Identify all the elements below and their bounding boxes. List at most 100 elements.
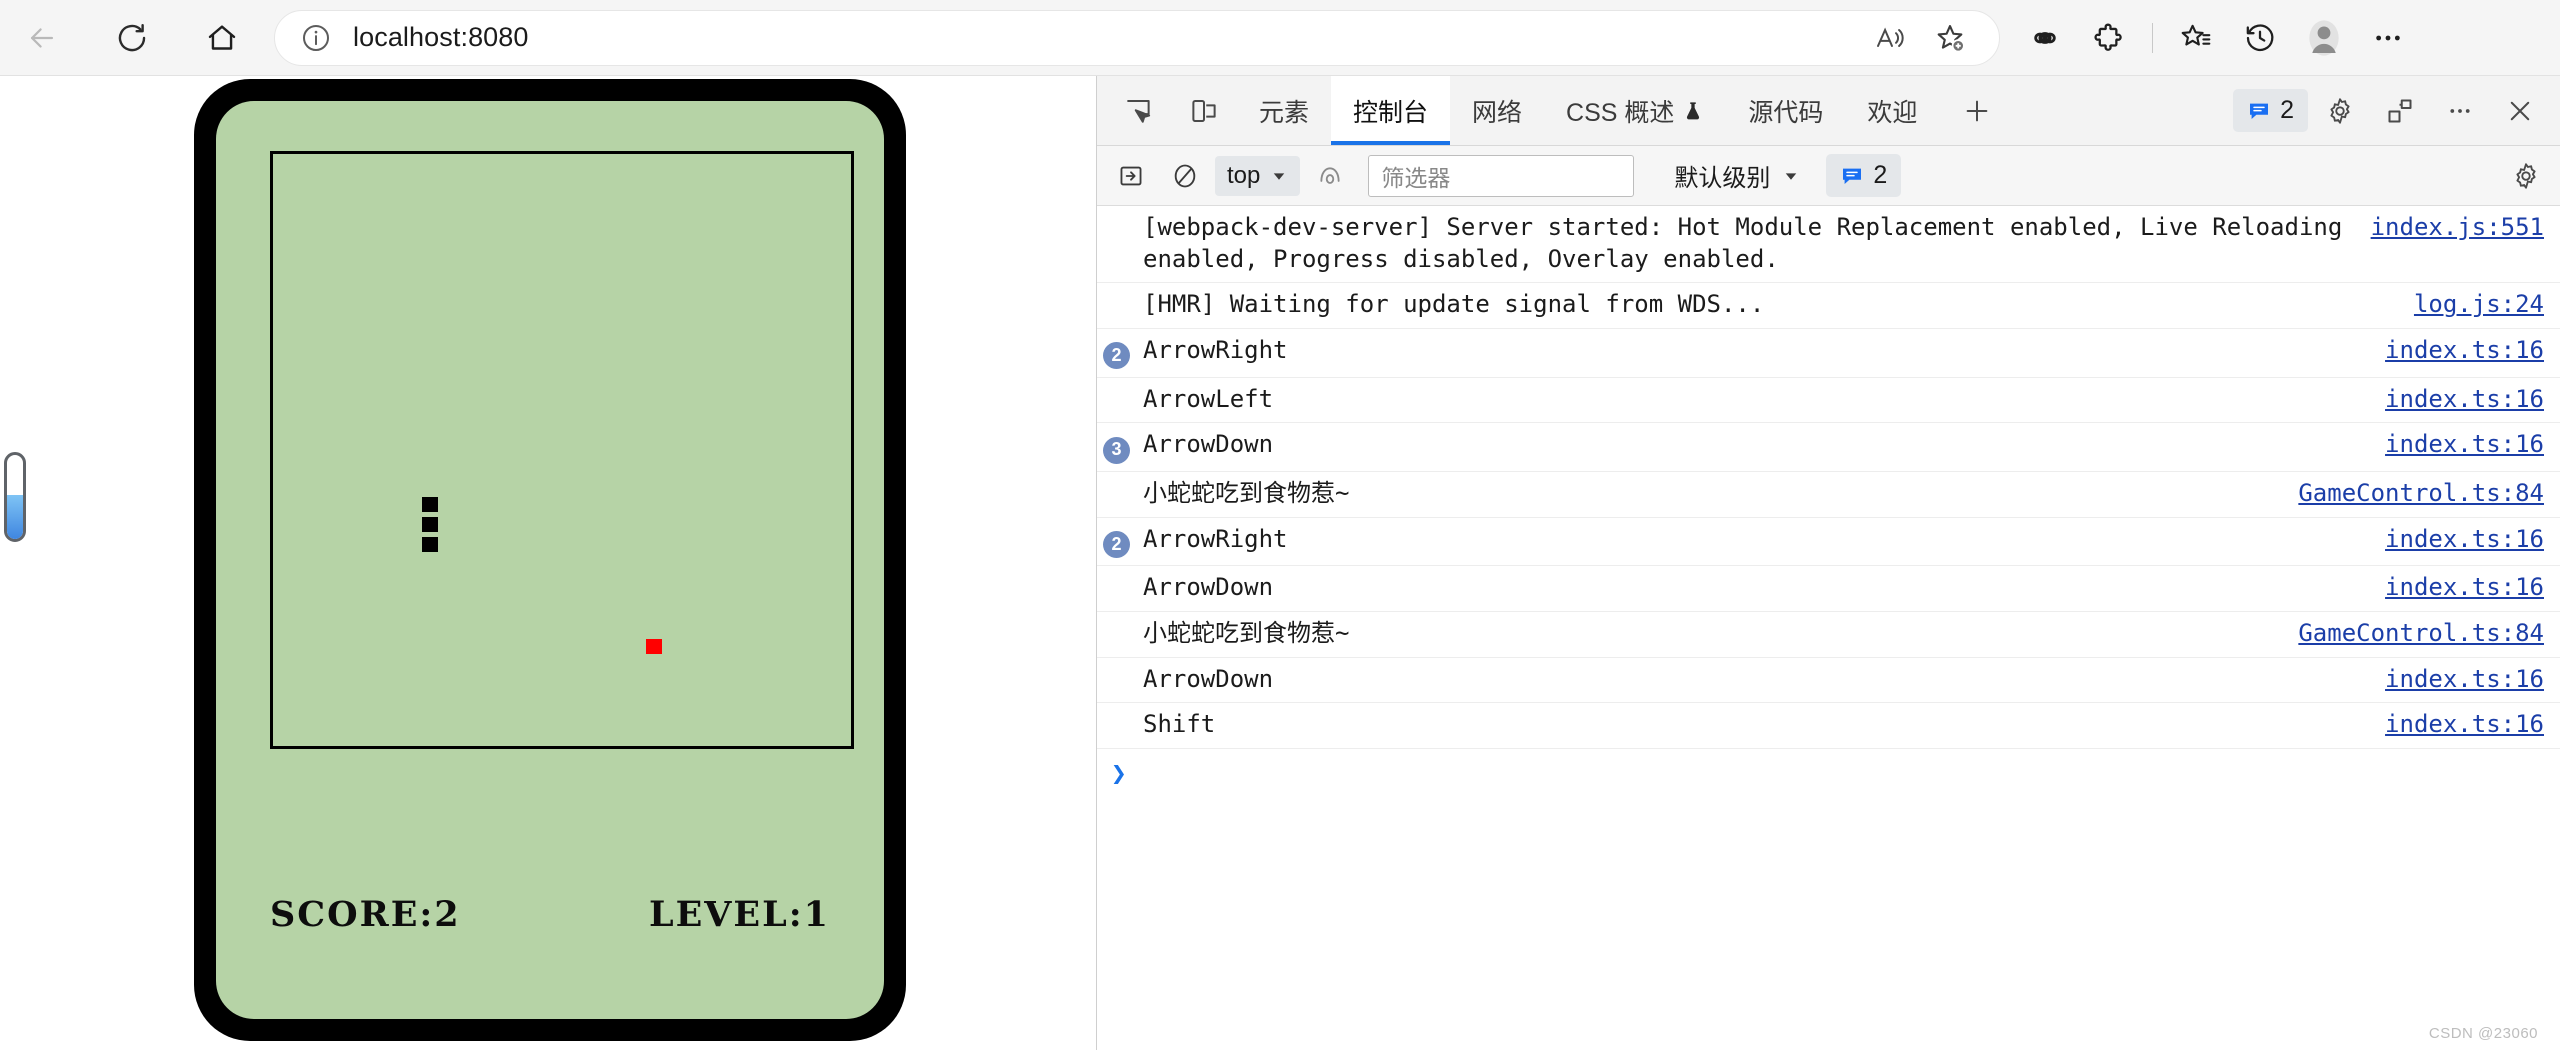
log-source-link[interactable]: index.ts:16 (2361, 524, 2544, 556)
tab-welcome-label: 欢迎 (1867, 98, 1918, 127)
console-log-row[interactable]: 2 ArrowRight index.ts:16 (1097, 518, 2560, 567)
log-source-link[interactable]: index.ts:16 (2361, 664, 2544, 696)
snake-segment (422, 497, 438, 512)
browser-toolbar: localhost:8080 (0, 0, 2560, 76)
devtools-panel: 元素 控制台 网络 CSS 概述 源代码 欢迎 2 top 筛选器 默认级别 2… (1096, 76, 2560, 1050)
clear-console-button[interactable] (1161, 152, 1209, 200)
log-source-link[interactable]: index.ts:16 (2361, 709, 2544, 741)
console-issues-badge[interactable]: 2 (1826, 154, 1902, 197)
console-log-row[interactable]: [webpack-dev-server] Server started: Hot… (1097, 206, 2560, 284)
message-count-badge[interactable]: 2 (2233, 89, 2308, 132)
console-log-list[interactable]: [webpack-dev-server] Server started: Hot… (1097, 206, 2560, 1050)
devtools-tabbar-actions: 2 (2233, 76, 2560, 145)
console-log-row[interactable]: ArrowDown index.ts:16 (1097, 658, 2560, 704)
toolbar-divider (2152, 22, 2153, 53)
log-message-text: ArrowLeft (1143, 384, 1274, 413)
snake-segment (422, 537, 438, 552)
devtools-close-button[interactable] (2492, 83, 2548, 139)
devtools-more-button[interactable] (2432, 83, 2488, 139)
console-log-row[interactable]: ArrowDown index.ts:16 (1097, 566, 2560, 613)
log-source-link[interactable]: GameControl.ts:84 (2274, 478, 2544, 510)
inspect-element-button[interactable] (1105, 76, 1171, 145)
back-arrow-icon (30, 27, 54, 48)
console-toolbar: top 筛选器 默认级别 2 (1097, 146, 2560, 206)
collections-button[interactable] (2165, 10, 2227, 66)
live-expression-button[interactable] (1306, 152, 1354, 200)
page-scrollbar[interactable] (4, 452, 26, 542)
log-message-text: 小蛇蛇吃到食物惹~ (1143, 479, 1350, 508)
customize-devtools-button[interactable] (2372, 83, 2428, 139)
chevron-down-icon (1786, 172, 1797, 180)
customize-devtools-icon (2388, 99, 2412, 122)
console-log-row[interactable]: Shift index.ts:16 (1097, 703, 2560, 750)
clear-console-icon (1174, 164, 1196, 187)
tab-css-overview[interactable]: CSS 概述 (1544, 76, 1726, 145)
history-button[interactable] (2229, 10, 2291, 66)
profile-button[interactable] (2293, 10, 2355, 66)
log-source-link[interactable]: index.ts:16 (2361, 335, 2544, 367)
console-sidebar-icon (1120, 166, 1142, 185)
log-message-text: [webpack-dev-server] Server started: Hot… (1143, 213, 2343, 273)
console-level-selector[interactable]: 默认级别 (1674, 158, 1800, 193)
device-toolbar-button[interactable] (1171, 76, 1237, 145)
tab-console[interactable]: 控制台 (1331, 76, 1451, 145)
tab-welcome[interactable]: 欢迎 (1845, 76, 1939, 145)
console-filter-placeholder: 筛选器 (1381, 164, 1451, 191)
console-context-selector[interactable]: top (1215, 155, 1301, 196)
log-message-text: ArrowDown (1143, 430, 1274, 459)
browser-more-button[interactable] (2357, 10, 2419, 66)
log-source-link[interactable]: GameControl.ts:84 (2274, 618, 2544, 650)
live-expression-icon (1320, 166, 1340, 184)
devtools-tabbar: 元素 控制台 网络 CSS 概述 源代码 欢迎 2 (1097, 76, 2560, 146)
infinity-button[interactable] (2014, 10, 2076, 66)
log-source-link[interactable]: index.js:551 (2347, 212, 2544, 244)
home-button[interactable] (194, 10, 250, 66)
site-info-icon[interactable] (297, 19, 335, 57)
console-filter-input[interactable]: 筛选器 (1368, 154, 1635, 197)
read-aloud-button[interactable] (1863, 11, 1917, 65)
console-log-row[interactable]: 3 ArrowDown index.ts:16 (1097, 423, 2560, 473)
extensions-button[interactable] (2078, 10, 2140, 66)
extensions-icon (2094, 23, 2122, 51)
tab-css-overview-label: CSS 概述 (1566, 98, 1675, 127)
console-prompt-row[interactable]: ❯ (1097, 749, 2560, 799)
tab-elements[interactable]: 元素 (1237, 76, 1331, 145)
log-source-link[interactable]: index.ts:16 (2361, 429, 2544, 461)
console-log-row[interactable]: 小蛇蛇吃到食物惹~ GameControl.ts:84 (1097, 472, 2560, 518)
add-favorite-button[interactable] (1923, 11, 1977, 65)
log-source-link[interactable]: index.ts:16 (2361, 384, 2544, 416)
game-status-row: SCORE:2 LEVEL:1 (270, 894, 830, 935)
log-message-text: ArrowRight (1143, 336, 1288, 365)
log-count-slot (1103, 478, 1139, 481)
game-stage (270, 151, 854, 749)
log-message-text: ArrowDown (1143, 664, 1274, 693)
log-repeat-count-badge: 2 (1103, 342, 1130, 370)
url-text: localhost:8080 (353, 22, 529, 52)
page-scrollbar-thumb[interactable] (7, 495, 23, 539)
back-button[interactable] (14, 10, 70, 66)
log-count-slot: 2 (1103, 335, 1139, 370)
address-bar[interactable]: localhost:8080 (274, 9, 2000, 66)
log-count-slot (1103, 212, 1139, 215)
console-log-row[interactable]: 小蛇蛇吃到食物惹~ GameControl.ts:84 (1097, 612, 2560, 658)
refresh-button[interactable] (104, 10, 160, 66)
console-settings-button[interactable] (2502, 152, 2550, 200)
tab-network[interactable]: 网络 (1450, 76, 1544, 145)
tab-network-label: 网络 (1472, 98, 1523, 127)
tab-sources-label: 源代码 (1748, 98, 1824, 127)
log-message-text: ArrowRight (1143, 524, 1288, 553)
log-source-link[interactable]: log.js:24 (2390, 289, 2544, 321)
add-panel-button[interactable] (1939, 76, 2015, 145)
gear-icon (2516, 162, 2536, 189)
console-level-label: 默认级别 (1674, 165, 1771, 192)
console-log-row[interactable]: ArrowLeft index.ts:16 (1097, 378, 2560, 424)
inspect-element-icon (1127, 99, 1151, 123)
more-options-icon (2376, 35, 2400, 40)
log-source-link[interactable]: index.ts:16 (2361, 572, 2544, 604)
console-sidebar-toggle[interactable] (1107, 152, 1155, 200)
console-log-row[interactable]: 2 ArrowRight index.ts:16 (1097, 329, 2560, 378)
console-log-row[interactable]: [HMR] Waiting for update signal from WDS… (1097, 283, 2560, 330)
message-bubble-icon (2247, 99, 2271, 123)
tab-sources[interactable]: 源代码 (1726, 76, 1845, 145)
devtools-settings-button[interactable] (2312, 83, 2368, 139)
